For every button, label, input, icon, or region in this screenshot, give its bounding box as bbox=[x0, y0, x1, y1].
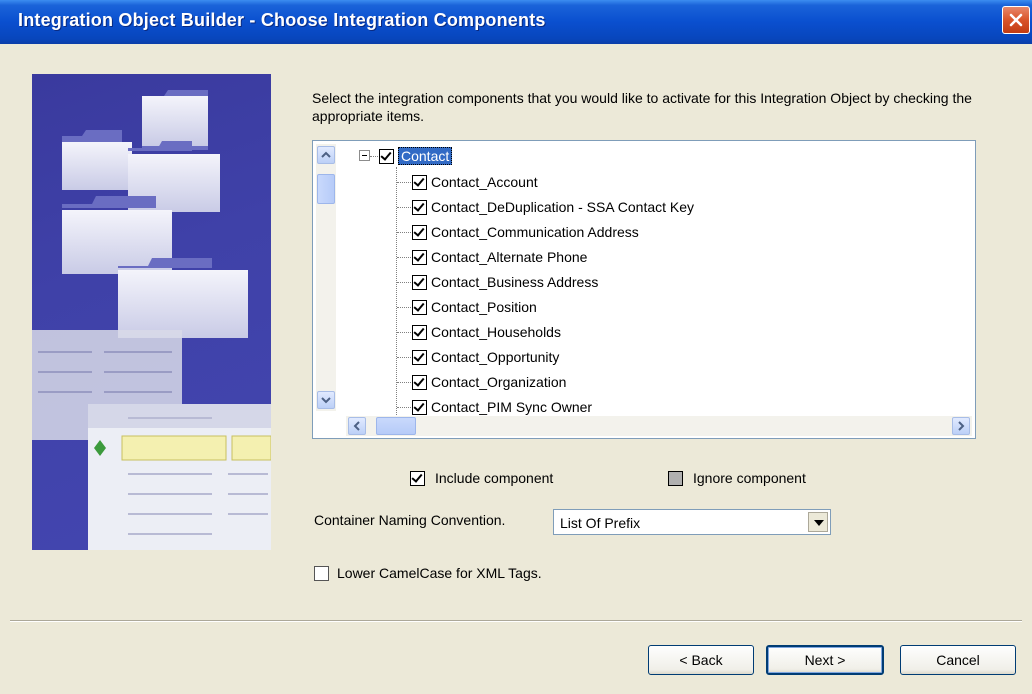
tree-node-label: Contact_Position bbox=[431, 299, 537, 315]
tree-node[interactable]: Contact_Communication Address bbox=[412, 221, 639, 243]
tree-node[interactable]: Contact_PIM Sync Owner bbox=[412, 396, 592, 418]
window-title: Integration Object Builder - Choose Inte… bbox=[18, 10, 546, 30]
ignore-legend-label: Ignore component bbox=[693, 470, 806, 486]
include-legend-label: Include component bbox=[435, 470, 554, 486]
horizontal-scroll-thumb[interactable] bbox=[376, 417, 416, 435]
tree-node-label[interactable]: Contact bbox=[398, 147, 453, 165]
naming-convention-value: List Of Prefix bbox=[560, 515, 641, 531]
tree-node[interactable]: Contact_Households bbox=[412, 321, 561, 343]
tree-node-label: Contact_Account bbox=[431, 174, 538, 190]
tree-node[interactable]: Contact_Alternate Phone bbox=[412, 246, 587, 268]
instructions-text: Select the integration components that y… bbox=[312, 90, 972, 124]
tree-node[interactable]: Contact_DeDuplication - SSA Contact Key bbox=[412, 196, 694, 218]
scroll-left-button[interactable] bbox=[348, 417, 366, 435]
tree-root-contact[interactable]: Contact bbox=[379, 145, 453, 167]
folders-illustration bbox=[32, 90, 271, 550]
tree-node[interactable]: Contact_Opportunity bbox=[412, 346, 559, 368]
close-icon bbox=[1009, 13, 1023, 27]
naming-convention-label: Container Naming Convention. bbox=[314, 512, 506, 528]
collapse-toggle-icon[interactable] bbox=[359, 150, 370, 161]
include-legend: Include component bbox=[410, 468, 553, 488]
chevron-down-icon[interactable] bbox=[808, 512, 828, 532]
tree-connector bbox=[397, 182, 411, 183]
tree-node-label: Contact_Business Address bbox=[431, 274, 599, 290]
chevron-left-icon bbox=[353, 421, 360, 431]
camelcase-checkbox[interactable] bbox=[314, 565, 329, 581]
tree-connector bbox=[397, 282, 411, 283]
chevron-down-icon bbox=[321, 397, 331, 404]
tree-node-checkbox[interactable] bbox=[412, 274, 427, 290]
tree-node-label: Contact_DeDuplication - SSA Contact Key bbox=[431, 199, 695, 215]
root-checkbox[interactable] bbox=[379, 148, 394, 164]
close-button[interactable] bbox=[1002, 6, 1030, 34]
ignore-legend-checkbox bbox=[668, 470, 683, 486]
tree-node[interactable]: Contact_Account bbox=[412, 171, 538, 193]
tree-connector bbox=[397, 307, 411, 308]
tree-connector bbox=[397, 382, 411, 383]
tree-connector bbox=[370, 156, 378, 157]
components-tree[interactable]: Contact Contact_Account Contact_DeDuplica… bbox=[312, 140, 976, 439]
button-divider bbox=[10, 620, 1022, 622]
tree-connector bbox=[397, 357, 411, 358]
tree-connector bbox=[396, 167, 397, 415]
tree-node-checkbox[interactable] bbox=[412, 224, 427, 240]
tree-node-checkbox[interactable] bbox=[412, 174, 427, 190]
include-legend-checkbox bbox=[410, 470, 425, 486]
tree-node-label: Contact_Alternate Phone bbox=[431, 249, 588, 265]
title-bar: Integration Object Builder - Choose Inte… bbox=[0, 0, 1032, 44]
tree-connector bbox=[397, 407, 411, 408]
tree-node-checkbox[interactable] bbox=[412, 374, 427, 390]
tree-node-label: Contact_Opportunity bbox=[431, 349, 560, 365]
tree-connector bbox=[397, 332, 411, 333]
camelcase-option[interactable]: Lower CamelCase for XML Tags. bbox=[314, 565, 542, 581]
scroll-down-button[interactable] bbox=[317, 391, 335, 409]
tree-node[interactable]: Contact_Organization bbox=[412, 371, 566, 393]
chevron-up-icon bbox=[321, 151, 331, 158]
scroll-up-button[interactable] bbox=[317, 146, 335, 164]
tree-node-checkbox[interactable] bbox=[412, 399, 427, 415]
ignore-legend: Ignore component bbox=[668, 468, 806, 488]
next-button[interactable]: Next > bbox=[766, 645, 884, 675]
horizontal-scrollbar[interactable] bbox=[346, 416, 972, 436]
tree-node-label: Contact_PIM Sync Owner bbox=[431, 399, 593, 415]
scroll-right-button[interactable] bbox=[952, 417, 970, 435]
tree-node-checkbox[interactable] bbox=[412, 249, 427, 265]
camelcase-label: Lower CamelCase for XML Tags. bbox=[337, 565, 542, 581]
wizard-illustration bbox=[32, 74, 271, 550]
tree-connector bbox=[397, 232, 411, 233]
tree-node-checkbox[interactable] bbox=[412, 199, 427, 215]
tree-connector bbox=[397, 207, 411, 208]
vertical-scrollbar[interactable] bbox=[316, 144, 336, 411]
back-button[interactable]: < Back bbox=[648, 645, 754, 675]
cancel-button[interactable]: Cancel bbox=[900, 645, 1016, 675]
tree-node-checkbox[interactable] bbox=[412, 299, 427, 315]
vertical-scroll-thumb[interactable] bbox=[317, 174, 335, 204]
tree-node-checkbox[interactable] bbox=[412, 324, 427, 340]
tree-node[interactable]: Contact_Position bbox=[412, 296, 537, 318]
tree-node-label: Contact_Households bbox=[431, 324, 561, 340]
chevron-right-icon bbox=[958, 421, 965, 431]
tree-node-label: Contact_Communication Address bbox=[431, 224, 639, 240]
tree-node[interactable]: Contact_Business Address bbox=[412, 271, 598, 293]
tree-node-label: Contact_Organization bbox=[431, 374, 567, 390]
tree-node-checkbox[interactable] bbox=[412, 349, 427, 365]
naming-convention-select[interactable]: List Of Prefix bbox=[553, 509, 831, 535]
tree-connector bbox=[397, 257, 411, 258]
